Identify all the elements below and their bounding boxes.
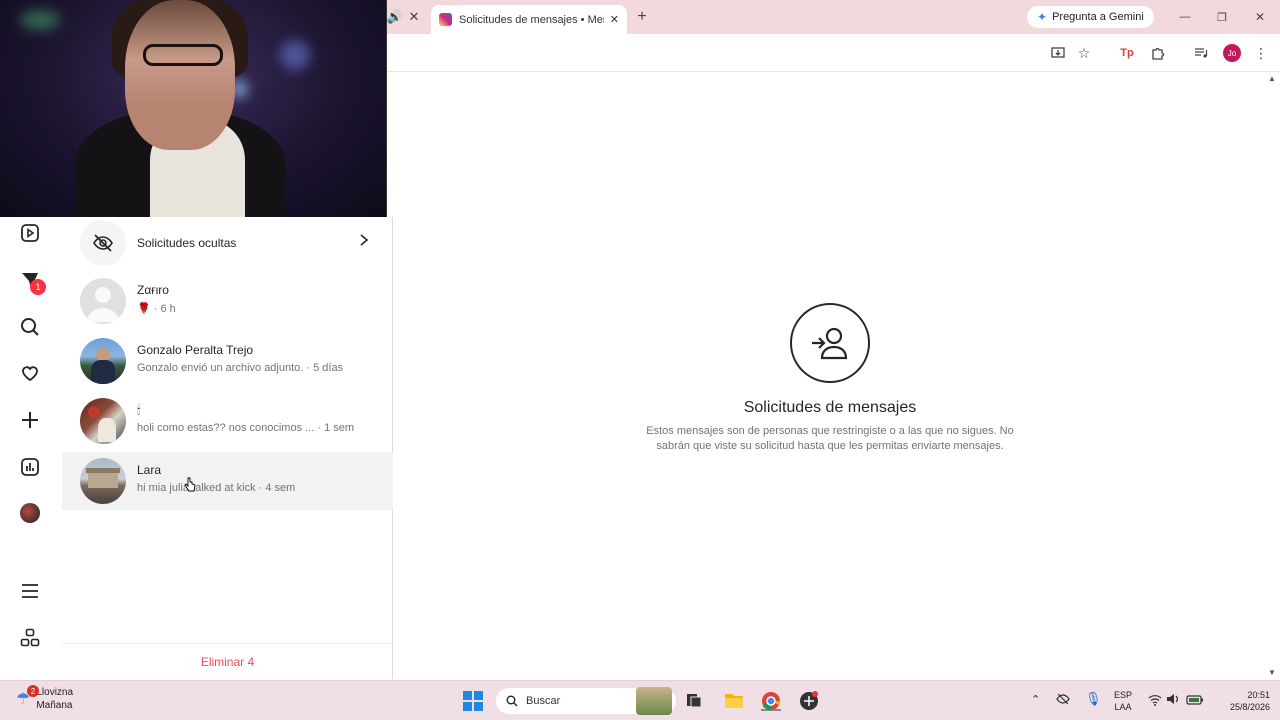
avatar xyxy=(80,278,126,324)
hand-cursor-icon xyxy=(184,477,196,498)
profile-avatar[interactable]: Jo xyxy=(1223,44,1241,62)
also-from-meta-icon[interactable] xyxy=(18,626,42,650)
tray-app-icon[interactable] xyxy=(1056,692,1070,711)
list-item[interactable]: Gonzalo Peralta Trejo Gonzalo envió un a… xyxy=(62,332,393,390)
add-person-icon xyxy=(790,303,870,383)
extensions-puzzle-icon[interactable] xyxy=(1149,44,1167,62)
wifi-icon[interactable] xyxy=(1148,693,1162,711)
windows-start-icon[interactable] xyxy=(463,691,483,711)
minimize-button[interactable]: — xyxy=(1177,9,1193,25)
tray-chevron-up-icon[interactable]: ⌃ xyxy=(1031,693,1040,706)
hidden-requests-label: Solicitudes ocultas xyxy=(137,236,237,250)
notifications-heart-icon[interactable] xyxy=(18,361,42,385)
clock-date: 25/8/2026 xyxy=(1229,702,1270,712)
message-preview: Gonzalo envió un archivo adjunto. · 5 dí… xyxy=(137,362,344,374)
translate-extension-icon[interactable]: Tp xyxy=(1118,44,1136,62)
message-preview: hi mia julia talked at kick · 4 sem xyxy=(137,482,296,494)
weather-alert-badge: 2 xyxy=(27,685,39,697)
search-icon xyxy=(506,695,518,707)
message-requests-list: Solicitudes ocultas Zαғιro 🌹 · 6 h Gonza… xyxy=(62,217,393,679)
gemini-label: Pregunta a Gemini xyxy=(1052,11,1144,23)
more-menu-icon[interactable] xyxy=(18,579,42,603)
speaker-icon[interactable]: 🔊 xyxy=(387,9,403,25)
list-item[interactable]: Lara hi mia julia talked at kick · 4 sem xyxy=(62,452,393,510)
browser-tabstrip: 🔊 ✕ Solicitudes de mensajes • Mens ✕ + ✦… xyxy=(387,0,1280,34)
sender-name: 🕯 xyxy=(137,403,141,417)
tab-title: Solicitudes de mensajes • Mens xyxy=(459,13,604,26)
search-icon[interactable] xyxy=(18,315,42,339)
reels-icon[interactable] xyxy=(18,221,42,245)
clock-time: 20:51 xyxy=(1247,690,1270,700)
battery-icon[interactable] xyxy=(1186,693,1204,711)
weather-widget[interactable]: ☂ Llovizna Mañana xyxy=(16,686,73,712)
eye-off-icon xyxy=(80,220,126,266)
install-app-icon[interactable] xyxy=(1049,44,1067,62)
list-item[interactable]: Zαғιro 🌹 · 6 h xyxy=(62,272,393,330)
chrome-taskbar-icon[interactable] xyxy=(761,691,781,711)
sender-name: Gonzalo Peralta Trejo xyxy=(137,343,254,357)
sender-name: Zαғιro xyxy=(137,283,169,297)
task-view-icon[interactable] xyxy=(686,692,702,708)
weather-condition: Llovizna xyxy=(36,687,74,698)
scroll-up-arrow-icon[interactable]: ▲ xyxy=(1268,74,1276,83)
language-code: ESP xyxy=(1113,690,1132,700)
bookmark-star-icon[interactable]: ☆ xyxy=(1075,44,1093,62)
profile-avatar-icon[interactable] xyxy=(18,501,42,525)
maximize-button[interactable]: ❐ xyxy=(1214,9,1230,25)
tab-close-icon[interactable]: ✕ xyxy=(406,9,422,25)
app-taskbar-icon[interactable] xyxy=(799,691,819,711)
windows-taskbar: ☂ Llovizna Mañana 2 Buscar ⌃ 🎙 ESP LAA 2… xyxy=(0,680,1280,720)
chrome-menu-icon[interactable]: ⋮ xyxy=(1252,44,1270,62)
page-description: Estos mensajes son de personas que restr… xyxy=(646,425,1014,452)
language-indicator[interactable]: ESP LAA xyxy=(1110,689,1136,713)
avatar xyxy=(80,458,126,504)
instagram-favicon-icon xyxy=(439,13,452,26)
new-tab-button[interactable]: + xyxy=(633,8,651,26)
hidden-requests-row[interactable]: Solicitudes ocultas xyxy=(62,217,393,269)
search-placeholder: Buscar xyxy=(526,695,561,707)
message-preview: 🌹 · 6 h xyxy=(137,303,176,315)
avatar xyxy=(80,398,126,444)
create-plus-icon[interactable] xyxy=(18,408,42,432)
gemini-button[interactable]: ✦ Pregunta a Gemini xyxy=(1027,6,1154,28)
volume-icon[interactable] xyxy=(1166,692,1180,711)
notification-badge: 1 xyxy=(30,279,46,295)
webcam-overlay xyxy=(0,0,387,217)
insights-icon[interactable] xyxy=(18,455,42,479)
browser-toolbar: ☆ Tp Jo ⋮ xyxy=(387,34,1280,72)
scroll-down-arrow-icon[interactable]: ▼ xyxy=(1268,668,1276,677)
chevron-right-icon xyxy=(358,233,370,252)
message-preview: holi como estas?? nos conocimos ... · 1 … xyxy=(137,422,355,434)
page-title: Solicitudes de mensajes xyxy=(743,399,917,416)
microphone-icon[interactable]: 🎙 xyxy=(1085,691,1102,707)
tab-close-icon[interactable]: ✕ xyxy=(610,13,619,26)
clock[interactable]: 20:51 25/8/2026 xyxy=(1210,689,1270,713)
search-highlight-image xyxy=(636,687,672,715)
weather-day: Mañana xyxy=(36,700,73,711)
avatar xyxy=(80,338,126,384)
keyboard-layout: LAA xyxy=(1114,702,1132,712)
close-window-button[interactable]: ✕ xyxy=(1252,9,1268,25)
gemini-sparkle-icon: ✦ xyxy=(1037,10,1048,24)
delete-all-button[interactable]: Eliminar 4 xyxy=(62,643,393,679)
tab-active[interactable]: Solicitudes de mensajes • Mens ✕ xyxy=(431,5,627,34)
media-controls-icon[interactable] xyxy=(1192,44,1210,62)
sender-name: Lara xyxy=(137,463,162,477)
list-item[interactable]: 🕯 holi como estas?? nos conocimos ... · … xyxy=(62,392,393,450)
file-explorer-icon[interactable] xyxy=(724,691,744,709)
